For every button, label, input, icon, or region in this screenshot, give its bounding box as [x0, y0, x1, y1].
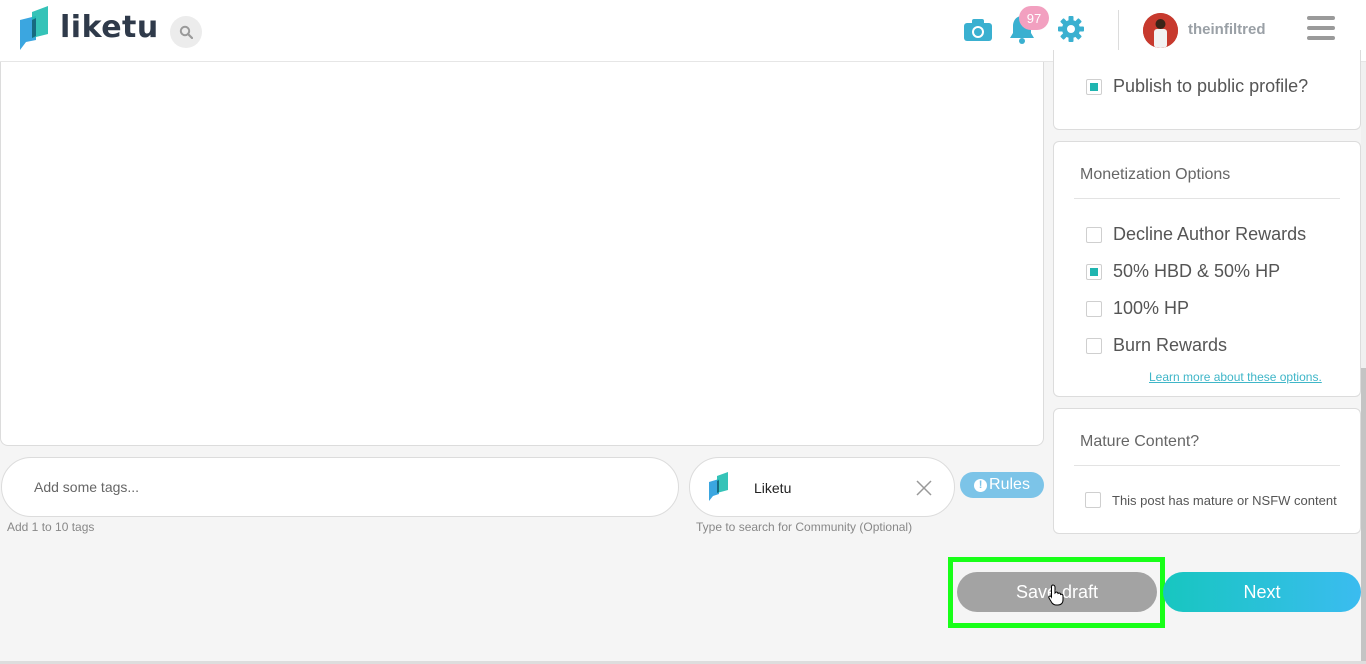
publish-label: Publish to public profile?: [1113, 76, 1309, 96]
brand-name[interactable]: liketu: [60, 10, 159, 45]
next-button[interactable]: Next: [1163, 572, 1361, 612]
mature-title: Mature Content?: [1080, 433, 1200, 450]
settings-gear-icon[interactable]: [1057, 15, 1085, 43]
option-label: Burn Rewards: [1113, 335, 1228, 355]
close-icon[interactable]: [914, 478, 934, 498]
publish-checkbox[interactable]: [1086, 78, 1102, 95]
option-100-hp[interactable]: 100% HP: [1086, 298, 1189, 319]
community-logo-icon: [709, 472, 728, 501]
tags-help-text: Add 1 to 10 tags: [7, 520, 95, 534]
option-label: 50% HBD & 50% HP: [1113, 261, 1281, 281]
header-divider: [1118, 10, 1119, 50]
avatar-figure-icon: [1143, 13, 1178, 48]
info-icon: !: [974, 478, 988, 492]
publish-panel: Publish to public profile?: [1053, 50, 1361, 130]
rules-button[interactable]: ! Rules: [960, 472, 1044, 498]
option-label: 100% HP: [1113, 298, 1190, 318]
decline-rewards-checkbox[interactable]: [1086, 226, 1102, 243]
monetization-divider: [1074, 198, 1340, 199]
option-burn-rewards[interactable]: Burn Rewards: [1086, 335, 1227, 356]
notification-badge[interactable]: 97: [1019, 6, 1049, 30]
mature-divider: [1074, 465, 1340, 466]
camera-icon[interactable]: [963, 18, 993, 42]
post-editor[interactable]: [0, 62, 1044, 446]
hbd-hp-checkbox[interactable]: [1086, 263, 1102, 280]
publish-checkbox-row[interactable]: Publish to public profile?: [1086, 76, 1308, 97]
search-icon: [179, 25, 193, 39]
mature-checkbox-row[interactable]: This post has mature or NSFW content: [1085, 492, 1337, 508]
scrollbar-thumb[interactable]: [1361, 368, 1366, 664]
monetization-title: Monetization Options: [1080, 166, 1231, 183]
menu-hamburger-icon[interactable]: [1307, 16, 1335, 42]
user-avatar[interactable]: [1143, 13, 1178, 48]
mature-checkbox[interactable]: [1085, 492, 1101, 508]
community-name: Liketu: [754, 480, 792, 496]
option-decline-rewards[interactable]: Decline Author Rewards: [1086, 224, 1306, 245]
option-50-50[interactable]: 50% HBD & 50% HP: [1086, 261, 1280, 282]
search-button[interactable]: [170, 16, 202, 48]
save-draft-button[interactable]: Save draft: [957, 572, 1157, 612]
liketu-logo-icon[interactable]: [18, 6, 52, 52]
burn-rewards-checkbox[interactable]: [1086, 337, 1102, 354]
learn-more-link[interactable]: Learn more about these options.: [1149, 370, 1322, 384]
mature-label: This post has mature or NSFW content: [1112, 492, 1337, 508]
monetization-panel: Monetization Options Decline Author Rewa…: [1053, 141, 1361, 397]
mature-panel: Mature Content? This post has mature or …: [1053, 408, 1361, 534]
hp-checkbox[interactable]: [1086, 300, 1102, 317]
rules-label: Rules: [989, 476, 1030, 493]
community-selector[interactable]: Liketu: [689, 457, 955, 517]
username[interactable]: theinfiltred: [1188, 21, 1266, 38]
community-help-text: Type to search for Community (Optional): [696, 520, 913, 534]
tags-input[interactable]: [1, 457, 679, 517]
option-label: Decline Author Rewards: [1113, 224, 1307, 244]
